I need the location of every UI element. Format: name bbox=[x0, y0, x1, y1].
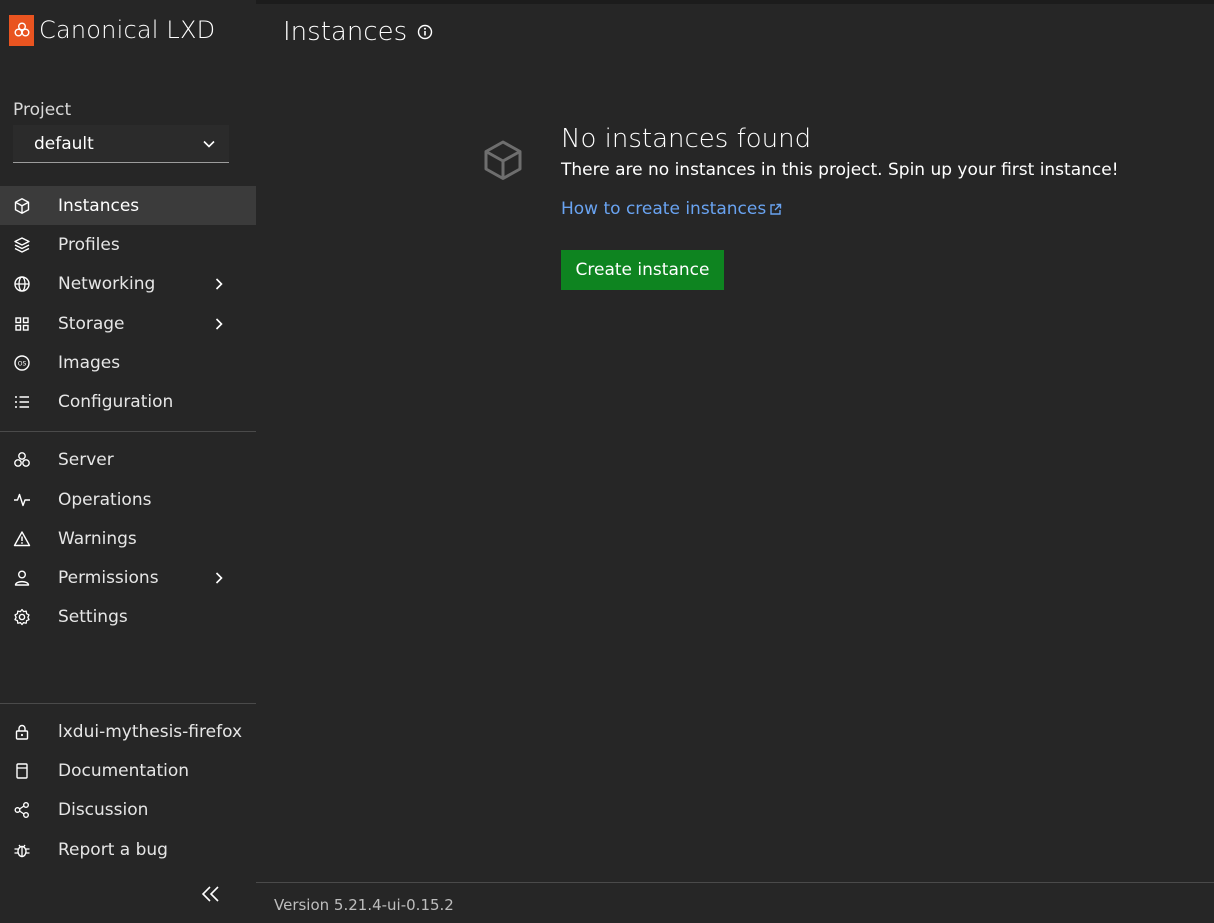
lock-icon bbox=[13, 723, 31, 741]
sidebar: Canonical LXD Project default Instances … bbox=[0, 0, 256, 923]
settings-icon bbox=[13, 608, 31, 626]
chevron-down-icon bbox=[203, 140, 215, 148]
nav-item-networking[interactable]: Networking bbox=[0, 264, 256, 303]
svg-text:OS: OS bbox=[18, 360, 27, 367]
nav-item-profiles[interactable]: Profiles bbox=[0, 225, 256, 264]
double-chevron-left-icon bbox=[201, 886, 219, 902]
nav-label: Operations bbox=[58, 489, 152, 510]
nav-label: Warnings bbox=[58, 528, 137, 549]
nav-divider bbox=[0, 703, 256, 704]
nav-item-operations[interactable]: Operations bbox=[0, 480, 256, 519]
nav-label: Server bbox=[58, 449, 114, 470]
nav-label: Images bbox=[58, 352, 121, 373]
chevron-right-icon bbox=[215, 571, 223, 584]
bug-icon bbox=[13, 841, 31, 859]
nav-label: Report a bug bbox=[58, 839, 168, 860]
nav-label: Instances bbox=[58, 195, 140, 216]
info-icon[interactable] bbox=[417, 24, 433, 40]
create-instance-button[interactable]: Create instance bbox=[561, 250, 724, 290]
external-link-icon bbox=[770, 203, 782, 215]
nav-item-warnings[interactable]: Warnings bbox=[0, 519, 256, 558]
nav-label: Storage bbox=[58, 313, 125, 334]
version-text: Version 5.21.4-ui-0.15.2 bbox=[274, 896, 454, 914]
nav-item-permissions[interactable]: Permissions bbox=[0, 558, 256, 597]
warning-icon bbox=[13, 530, 31, 548]
link-label: How to create instances bbox=[561, 199, 767, 219]
nav-item-user[interactable]: lxdui-mythesis-firefox bbox=[0, 712, 256, 751]
empty-instances-icon bbox=[484, 140, 522, 180]
images-icon: OS bbox=[13, 354, 31, 372]
project-select-value: default bbox=[34, 133, 94, 154]
nav-label: Discussion bbox=[58, 799, 149, 820]
permissions-icon bbox=[13, 569, 31, 587]
nav-item-report-bug[interactable]: Report a bug bbox=[0, 830, 256, 869]
nav-label: lxdui-mythesis-firefox bbox=[58, 721, 243, 742]
chevron-right-icon bbox=[215, 317, 223, 330]
nav-item-instances[interactable]: Instances bbox=[0, 186, 256, 225]
nav-label: Networking bbox=[58, 273, 156, 294]
profiles-icon bbox=[13, 236, 31, 254]
page-title: Instances bbox=[283, 17, 408, 47]
project-select[interactable]: default bbox=[13, 125, 229, 163]
configuration-icon bbox=[13, 393, 31, 411]
nav-item-server[interactable]: Server bbox=[0, 440, 256, 479]
collapse-sidebar-button[interactable] bbox=[198, 882, 224, 906]
footer-divider bbox=[256, 882, 1214, 883]
server-icon bbox=[13, 451, 31, 469]
lxd-logo-icon bbox=[9, 14, 34, 46]
nav-item-documentation[interactable]: Documentation bbox=[0, 751, 256, 790]
nav-label: Profiles bbox=[58, 234, 120, 255]
nav-item-configuration[interactable]: Configuration bbox=[0, 382, 256, 421]
nav-label: Documentation bbox=[58, 760, 190, 781]
documentation-icon bbox=[13, 762, 31, 780]
empty-state-title: No instances found bbox=[561, 124, 812, 154]
nav-label: Configuration bbox=[58, 391, 174, 412]
nav-label: Permissions bbox=[58, 567, 159, 588]
share-icon bbox=[13, 801, 31, 819]
networking-icon bbox=[13, 275, 31, 293]
brand[interactable]: Canonical LXD bbox=[9, 14, 215, 46]
nav-item-settings[interactable]: Settings bbox=[0, 597, 256, 636]
nav-label: Settings bbox=[58, 606, 128, 627]
nav-item-images[interactable]: OS Images bbox=[0, 343, 256, 382]
how-to-create-instances-link[interactable]: How to create instances bbox=[561, 199, 782, 219]
empty-state-text: There are no instances in this project. … bbox=[561, 160, 1119, 180]
nav-item-discussion[interactable]: Discussion bbox=[0, 790, 256, 829]
chevron-right-icon bbox=[215, 277, 223, 290]
operations-icon bbox=[13, 491, 31, 509]
nav-item-storage[interactable]: Storage bbox=[0, 304, 256, 343]
brand-name: Canonical LXD bbox=[39, 16, 216, 44]
project-label: Project bbox=[13, 100, 72, 120]
page-header: Instances bbox=[283, 14, 433, 50]
nav-divider bbox=[0, 431, 256, 432]
storage-icon bbox=[13, 315, 31, 333]
instances-icon bbox=[13, 197, 31, 215]
